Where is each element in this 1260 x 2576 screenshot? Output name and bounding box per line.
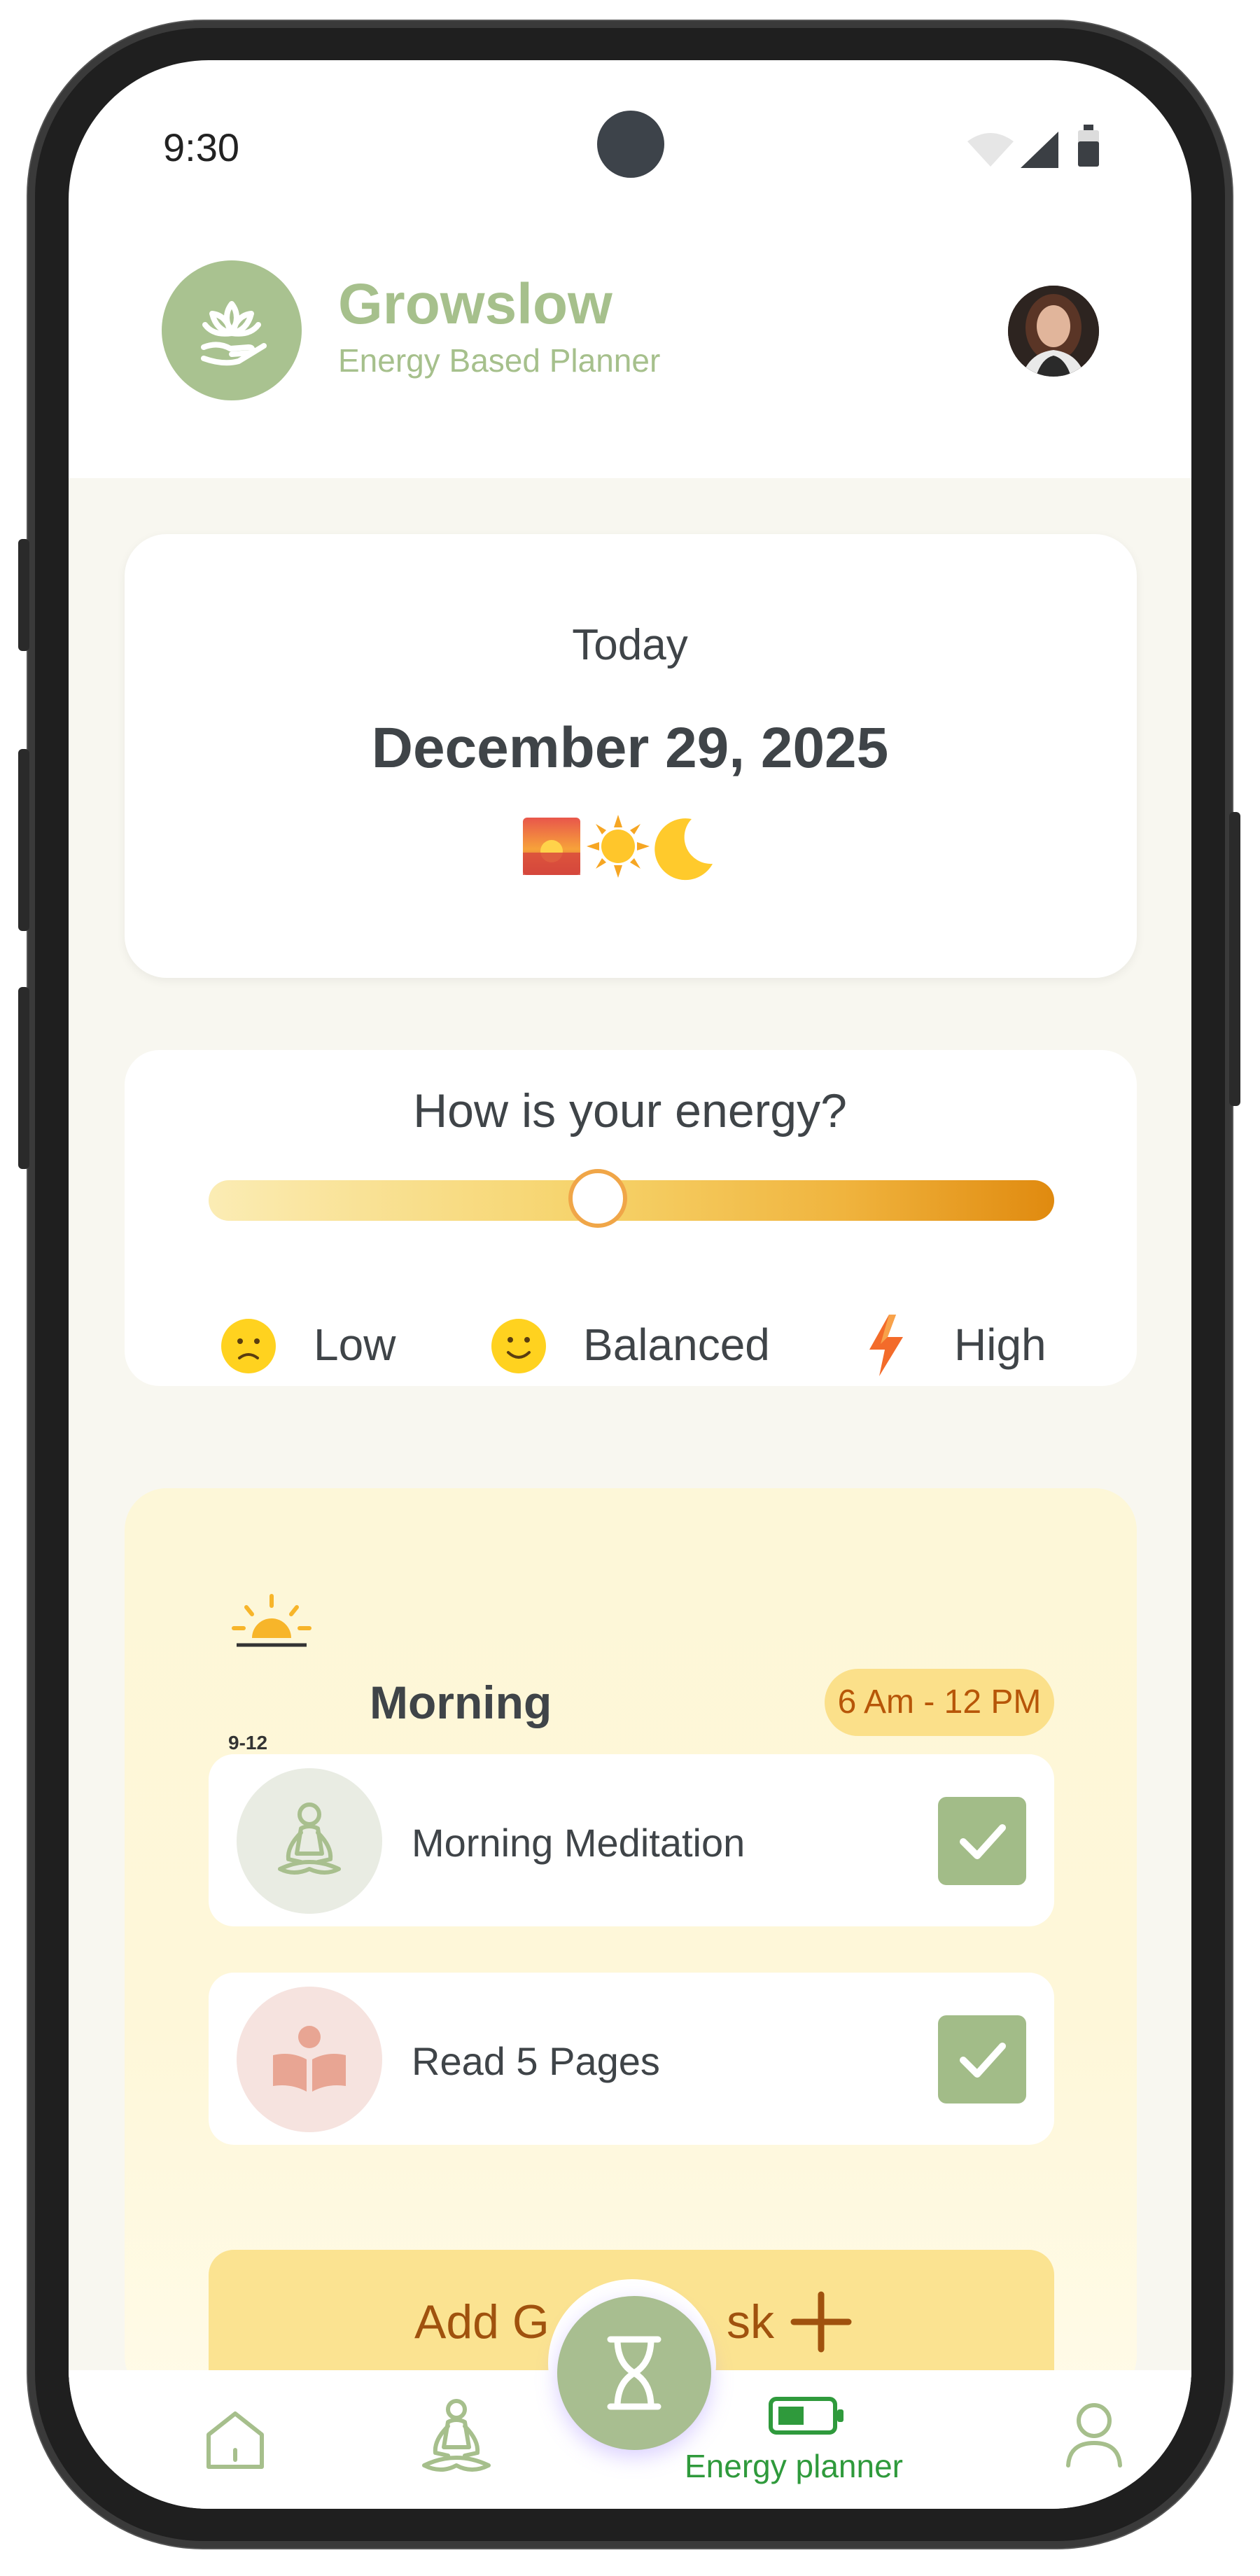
phone-screen: 9:30 Growslow Energy Based Planner Today… [69,60,1191,2509]
plus-icon[interactable] [790,2290,853,2353]
lotus-hand-icon [201,301,267,366]
cellular-signal-icon [1019,130,1060,169]
phone-side-button [18,749,29,931]
phone-side-button [18,539,29,651]
app-logo [162,260,302,400]
checkmark-icon [960,1824,1006,1859]
status-time: 9:30 [163,125,239,169]
battery-icon[interactable] [769,2397,846,2435]
nav-label-energy-planner[interactable]: Energy planner [685,2447,903,2485]
checkmark-icon [960,2043,1006,2078]
lightning-bolt-icon[interactable] [865,1313,907,1378]
home-icon[interactable] [202,2407,269,2474]
meditation-nav-icon[interactable] [414,2395,498,2479]
task-label: Read 5 Pages [412,2039,660,2083]
user-icon[interactable] [1063,2400,1126,2470]
energy-slider-track[interactable] [209,1180,1054,1221]
task-checkbox-checked[interactable] [938,1797,1026,1885]
date-label: Today [572,621,688,669]
task-checkbox-checked[interactable] [938,2015,1026,2104]
battery-status-icon [1077,125,1100,167]
slightly-smiling-face-icon[interactable] [491,1319,546,1373]
sunrise-icon [522,816,582,876]
sun-icon [585,813,651,879]
phone-side-button [18,987,29,1169]
morning-title: Morning [370,1676,552,1728]
energy-option-balanced[interactable]: Balanced [583,1319,770,1371]
energy-option-high[interactable]: High [954,1319,1046,1371]
meditation-icon [237,1768,382,1914]
energy-slider-thumb[interactable] [568,1169,627,1228]
task-label: Morning Meditation [412,1821,746,1865]
energy-question: How is your energy? [413,1084,847,1138]
hourglass-icon [607,2336,662,2410]
sunrise-time-icon [230,1593,314,1660]
energy-option-low[interactable]: Low [314,1319,396,1371]
morning-time-badge: 6 Am - 12 PM [825,1669,1054,1736]
add-task-label: Add G [414,2295,550,2348]
morning-hours-caption: 9-12 [228,1732,268,1754]
current-date: December 29, 2025 [371,716,889,780]
app-subtitle: Energy Based Planner [338,342,661,379]
slightly-frowning-face-icon[interactable] [221,1319,276,1373]
wifi-icon [966,132,1015,168]
camera-cutout [597,111,664,178]
timer-fab[interactable] [557,2296,711,2450]
add-task-label: sk [727,2295,774,2348]
open-book-icon [237,1987,382,2132]
user-avatar[interactable] [1008,286,1099,377]
crescent-moon-icon [648,815,715,882]
phone-side-button [1229,812,1240,1106]
app-name: Growslow [338,272,612,336]
